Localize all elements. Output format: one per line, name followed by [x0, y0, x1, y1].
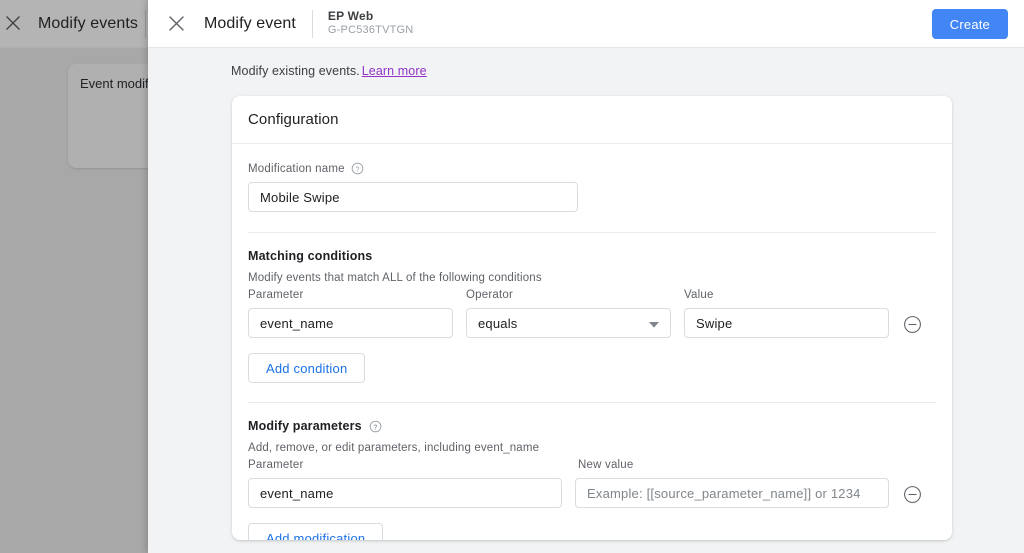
mp-new-value-input[interactable]: Example: [[source_parameter_name]] or 12… — [575, 478, 889, 508]
property-name: EP Web — [327, 9, 374, 24]
intro-text: Modify existing events. Learn more — [231, 64, 427, 78]
help-icon[interactable]: ? — [351, 162, 364, 175]
close-icon[interactable] — [164, 12, 188, 36]
chevron-down-icon — [649, 316, 659, 331]
svg-text:?: ? — [355, 166, 359, 173]
learn-more-link[interactable]: Learn more — [362, 64, 427, 78]
property-id: G-PC536TVTGN — [327, 24, 414, 37]
parameter-column-label: Parameter — [248, 289, 304, 301]
configuration-title: Configuration — [248, 111, 339, 128]
modify-parameters-title-row: Modify parameters ? — [248, 419, 936, 433]
value-column-label: Value — [684, 289, 714, 301]
matching-conditions-subtitle: Modify events that match ALL of the foll… — [248, 272, 542, 284]
close-icon — [2, 12, 24, 34]
modification-name-label-row: Modification name ? — [248, 162, 936, 175]
condition-value-input[interactable]: Swipe — [684, 308, 889, 338]
configuration-card-header: Configuration — [232, 96, 952, 144]
intro-label: Modify existing events. — [231, 64, 360, 78]
create-button[interactable]: Create — [931, 9, 1008, 39]
matching-condition-row: event_name equals Swipe — [248, 308, 936, 338]
header-divider — [311, 9, 313, 38]
condition-parameter-input[interactable]: event_name — [248, 308, 453, 338]
property-selector[interactable]: EP Web G-PC536TVTGN — [328, 9, 414, 38]
modify-event-panel: Modify event EP Web G-PC536TVTGN Create … — [148, 0, 1024, 553]
panel-header: Modify event EP Web G-PC536TVTGN Create — [148, 0, 1024, 48]
add-modification-button[interactable]: Add modification — [248, 523, 384, 540]
matching-conditions-title: Matching conditions — [248, 249, 373, 263]
help-icon[interactable]: ? — [369, 420, 382, 433]
background-card-label: Event modif — [80, 76, 149, 91]
modify-parameters-subtitle: Add, remove, or edit parameters, includi… — [248, 442, 540, 454]
svg-text:?: ? — [373, 424, 377, 431]
panel-title: Modify event — [204, 14, 296, 32]
modify-parameter-row: event_name Example: [[source_parameter_n… — [248, 478, 936, 508]
modify-parameters-title: Modify parameters — [248, 419, 362, 433]
background-divider — [145, 10, 146, 38]
modification-name-label: Modification name — [248, 162, 345, 175]
modification-name-input[interactable]: Mobile Swipe — [248, 182, 578, 212]
condition-operator-value: equals — [478, 315, 518, 331]
modify-parameters-header-row: Parameter New value — [248, 459, 936, 471]
modify-parameters-section: Modify parameters ? Add, remove, or edit… — [232, 403, 952, 540]
matching-conditions-header-row: Parameter Operator Value — [248, 289, 936, 301]
remove-circle-icon[interactable] — [903, 485, 922, 504]
operator-column-label: Operator — [466, 289, 513, 301]
mp-new-value-column-label: New value — [578, 459, 634, 471]
background-page-title: Modify events — [38, 15, 139, 32]
mp-parameter-column-label: Parameter — [248, 459, 304, 471]
condition-operator-select[interactable]: equals — [466, 308, 671, 338]
configuration-card: Configuration Modification name ? Mobile… — [232, 96, 952, 540]
add-condition-button[interactable]: Add condition — [248, 353, 366, 383]
modification-name-section: Modification name ? Mobile Swipe — [232, 144, 952, 212]
matching-conditions-section: Matching conditions Modify events that m… — [232, 233, 952, 383]
remove-circle-icon[interactable] — [903, 315, 922, 334]
mp-parameter-input[interactable]: event_name — [248, 478, 562, 508]
